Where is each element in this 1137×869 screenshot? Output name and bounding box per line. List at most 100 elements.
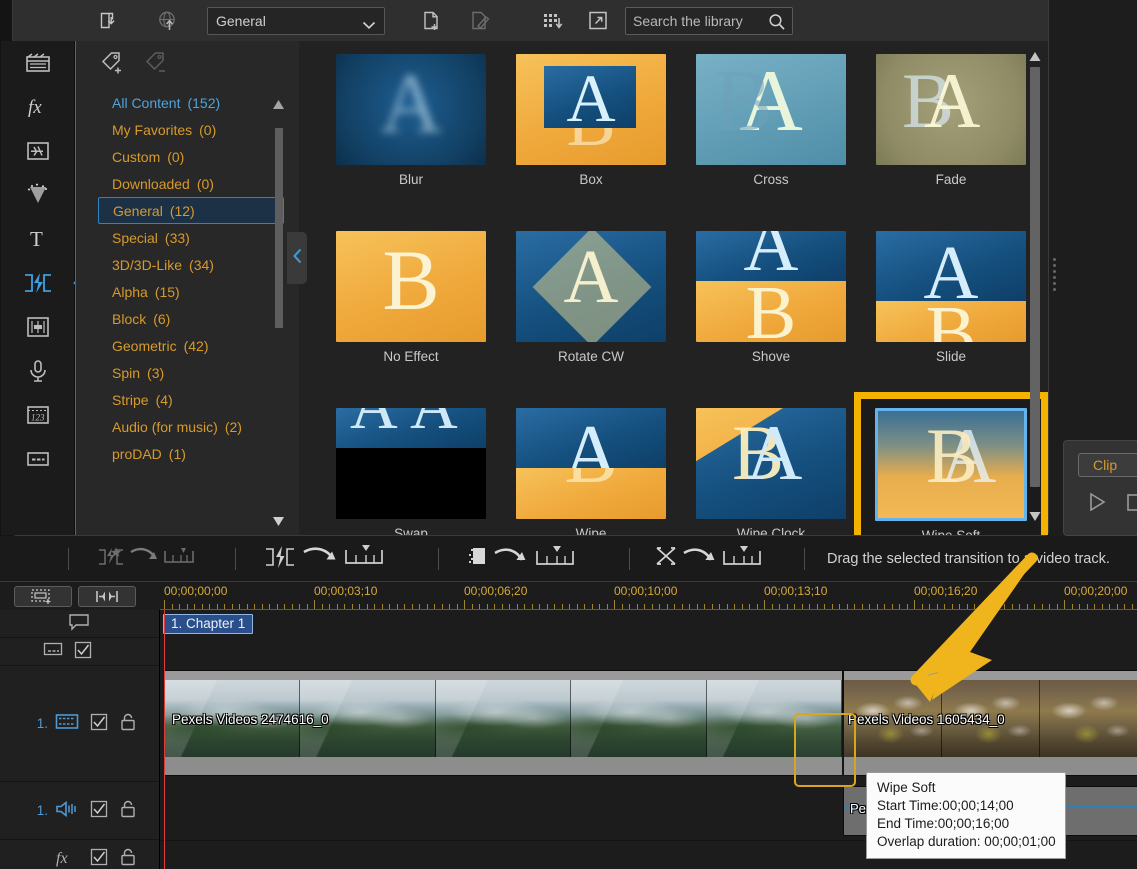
panel-resize-grip[interactable] xyxy=(1053,255,1059,294)
sidebar-item-effect-room[interactable]: fx xyxy=(1,85,75,129)
checkbox-checked-icon[interactable] xyxy=(90,713,108,734)
category-item-prodad[interactable]: proDAD(1) xyxy=(98,440,284,467)
transition-item[interactable]: ABSlide xyxy=(861,222,1041,387)
tag-minus-icon[interactable] xyxy=(144,51,174,80)
prefix-transition-to-all-button[interactable] xyxy=(469,541,599,577)
sidebar-item-pip-object-room[interactable] xyxy=(1,129,75,173)
transition-item[interactable]: ABWipe Soft xyxy=(861,399,1041,535)
transition-thumbnail[interactable]: BA xyxy=(876,54,1026,165)
category-item-geometric[interactable]: Geometric(42) xyxy=(98,332,284,359)
transition-thumbnail[interactable]: AB xyxy=(516,408,666,519)
transition-item[interactable]: ARotate CW xyxy=(501,222,681,387)
playhead[interactable] xyxy=(164,610,165,869)
timeline-ruler[interactable]: 00;00;00;0000;00;03;1000;00;06;2000;00;1… xyxy=(160,582,1137,610)
category-item-custom[interactable]: Custom(0) xyxy=(98,143,284,170)
video-track-1[interactable]: Pexels Videos 2474616_0 Pexels Videos 16… xyxy=(160,666,1137,782)
snap-button[interactable] xyxy=(78,586,136,607)
transition-item[interactable]: B No Effect xyxy=(321,222,501,387)
category-item-my-favorites[interactable]: My Favorites(0) xyxy=(98,116,284,143)
cross-transition-to-all-button[interactable] xyxy=(654,541,784,577)
transition-item[interactable]: AASwap xyxy=(321,399,501,535)
transition-item[interactable]: BAWipe Clock xyxy=(681,399,861,535)
transition-thumbnail[interactable]: A xyxy=(336,54,486,165)
transition-item[interactable]: ABWipe xyxy=(501,399,681,535)
sidebar-item-title-room[interactable]: T xyxy=(1,217,75,261)
transition-label: No Effect xyxy=(321,349,501,364)
unlock-icon[interactable] xyxy=(119,847,137,869)
timeline-clip[interactable] xyxy=(843,670,1137,776)
category-item-all-content[interactable]: All Content(152) xyxy=(98,89,284,116)
category-item-3d-3d-like[interactable]: 3D/3D-Like(34) xyxy=(98,251,284,278)
track-header-subtitle[interactable] xyxy=(0,638,159,666)
transition-thumbnail[interactable]: AB xyxy=(875,408,1027,521)
sidebar-item-particle-room[interactable] xyxy=(1,173,75,217)
sidebar-item-chapter-room[interactable]: 123 xyxy=(1,393,75,437)
transition-thumbnail[interactable]: BA xyxy=(696,408,846,519)
category-item-special[interactable]: Special(33) xyxy=(98,224,284,251)
category-item-audio-for-music[interactable]: Audio (for music)(2) xyxy=(98,413,284,440)
sidebar-item-voice-over-room[interactable] xyxy=(1,349,75,393)
scroll-down-icon[interactable] xyxy=(272,514,285,525)
search-input[interactable]: Search the library xyxy=(625,7,793,35)
transition-region[interactable] xyxy=(794,713,856,787)
track-header-chapter[interactable] xyxy=(0,610,159,638)
category-select[interactable]: General xyxy=(207,7,385,35)
sidebar-item-transition-room[interactable] xyxy=(1,261,75,305)
scroll-up-icon[interactable] xyxy=(272,97,285,108)
category-item-stripe[interactable]: Stripe(4) xyxy=(98,386,284,413)
new-item-icon[interactable] xyxy=(415,6,449,36)
transition-thumbnail[interactable]: AB xyxy=(876,231,1026,342)
unlock-icon[interactable] xyxy=(119,712,137,735)
chapter-marker-chip[interactable]: 1. Chapter 1 xyxy=(163,614,253,634)
transition-item[interactable]: ABCross xyxy=(681,45,861,210)
transition-item[interactable]: ABlur xyxy=(321,45,501,210)
transition-thumbnail[interactable]: A xyxy=(516,231,666,342)
subtitle-track[interactable] xyxy=(160,638,1137,666)
track-manager-button[interactable] xyxy=(14,586,72,607)
transition-item[interactable]: ABShove xyxy=(681,222,861,387)
category-item-spin[interactable]: Spin(3) xyxy=(98,359,284,386)
track-header-fx[interactable]: fx xyxy=(0,840,159,869)
grid-scroll-up-icon[interactable] xyxy=(1029,49,1041,67)
stop-icon[interactable] xyxy=(1126,493,1137,518)
checkbox-checked-icon[interactable] xyxy=(90,848,108,869)
random-transition-to-all-button[interactable] xyxy=(97,541,207,577)
expand-panel-icon[interactable] xyxy=(581,6,615,36)
clip-tab[interactable]: Clip xyxy=(1078,453,1137,477)
transition-thumbnail[interactable]: B xyxy=(336,231,486,342)
transition-thumbnail[interactable]: BA xyxy=(516,54,666,165)
category-item-downloaded[interactable]: Downloaded(0) xyxy=(98,170,284,197)
scroll-thumb[interactable] xyxy=(275,128,283,328)
grid-scroll-thumb[interactable] xyxy=(1030,67,1040,487)
transition-item[interactable]: BABox xyxy=(501,45,681,210)
category-scrollbar[interactable] xyxy=(272,107,285,511)
play-icon[interactable] xyxy=(1086,491,1108,518)
unlock-icon[interactable] xyxy=(119,799,137,822)
sidebar-item-audio-mixing-room[interactable] xyxy=(1,305,75,349)
checkbox-checked-icon[interactable] xyxy=(74,641,92,662)
import-folder-icon[interactable] xyxy=(93,6,127,36)
grid-scroll-down-icon[interactable] xyxy=(1029,509,1041,527)
category-item-general[interactable]: General(12) xyxy=(98,197,284,224)
sidebar-item-subtitle-room[interactable] xyxy=(1,437,75,481)
transition-thumbnail[interactable]: AB xyxy=(696,54,846,165)
fade-transition-to-all-button[interactable] xyxy=(264,541,404,577)
chapter-track[interactable]: 1. Chapter 1 xyxy=(160,610,1137,638)
ruler-tick xyxy=(172,604,173,609)
edit-item-icon[interactable] xyxy=(463,6,497,36)
track-header-audio-1[interactable]: 1. xyxy=(0,782,159,840)
collapse-library-handle[interactable] xyxy=(287,232,307,284)
sidebar-item-media-room[interactable] xyxy=(1,41,75,85)
transition-thumbnail[interactable]: AA xyxy=(336,408,486,519)
sort-descending-icon[interactable] xyxy=(537,6,571,36)
category-item-block[interactable]: Block(6) xyxy=(98,305,284,332)
transition-thumbnail[interactable]: AB xyxy=(696,231,846,342)
timeline-clip[interactable] xyxy=(164,670,843,776)
tag-plus-icon[interactable] xyxy=(100,51,130,80)
download-from-web-icon[interactable] xyxy=(151,6,185,36)
transition-item[interactable]: BAFade xyxy=(861,45,1041,210)
grid-scrollbar[interactable] xyxy=(1028,47,1042,529)
category-item-alpha[interactable]: Alpha(15) xyxy=(98,278,284,305)
track-header-video-1[interactable]: 1. xyxy=(0,666,159,782)
checkbox-checked-icon[interactable] xyxy=(90,800,108,821)
